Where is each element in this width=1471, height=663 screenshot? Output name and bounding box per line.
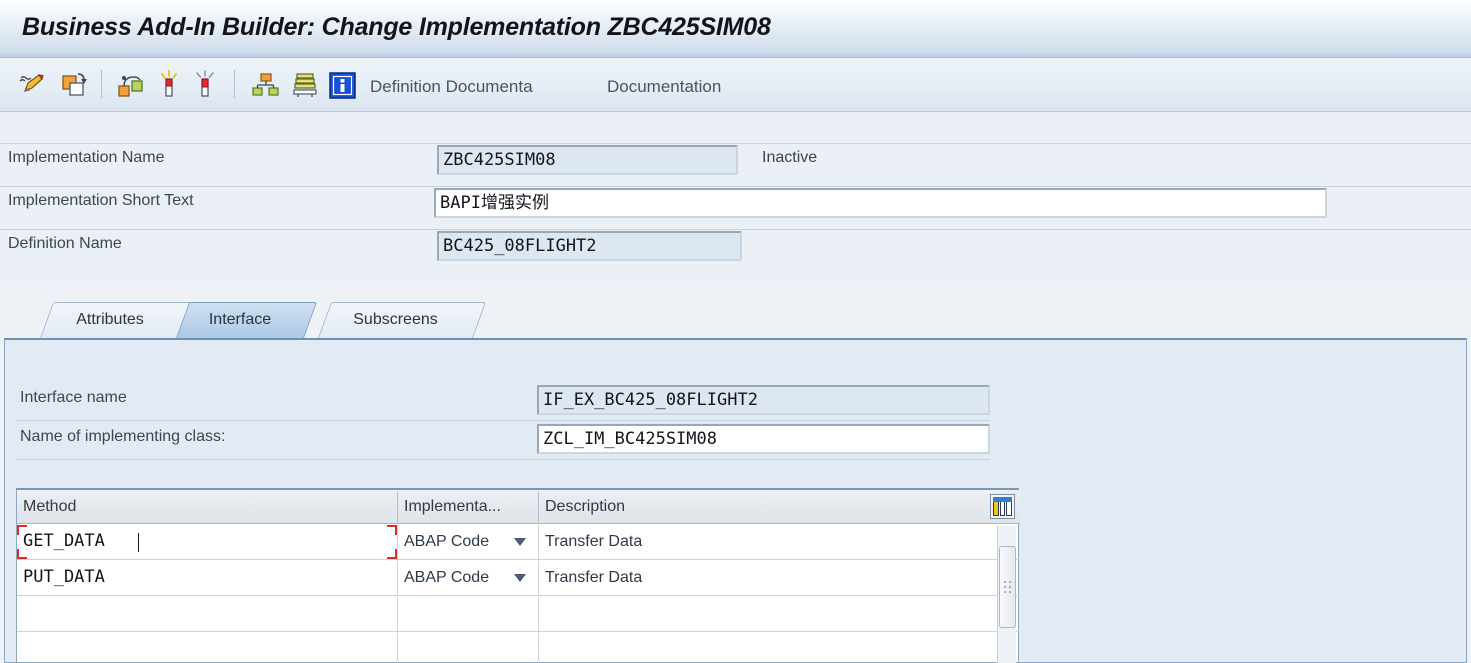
cell-separator-2 xyxy=(538,633,539,663)
column-header-implementation[interactable]: Implementa... xyxy=(398,490,538,523)
form-divider-1 xyxy=(0,143,1471,144)
window-title-bar: Business Add-In Builder: Change Implemen… xyxy=(0,0,1471,58)
tab-attributes[interactable]: Attributes xyxy=(40,302,194,338)
cell-separator xyxy=(397,633,398,663)
table-row[interactable]: PUT_DATA ABAP Code Transfer Data xyxy=(17,561,1020,596)
form-divider-2 xyxy=(0,186,1471,187)
selection-corner-tl xyxy=(17,525,27,535)
tab-interface-label: Interface xyxy=(208,311,272,328)
definition-documentation-button[interactable]: Definition Documenta xyxy=(370,77,533,99)
table-vertical-scrollbar[interactable] xyxy=(997,526,1016,663)
interface-link-icon[interactable] xyxy=(114,67,148,103)
selection-corner-bl xyxy=(17,549,27,559)
tab-attributes-label: Attributes xyxy=(76,311,144,328)
scrollbar-thumb[interactable] xyxy=(999,546,1016,628)
cell-method-2[interactable] xyxy=(17,597,397,631)
sap-gui-window: Business Add-In Builder: Change Implemen… xyxy=(0,0,1471,663)
definition-name-field[interactable]: BC425_08FLIGHT2 xyxy=(437,231,742,261)
table-settings-icon[interactable] xyxy=(990,494,1015,519)
hierarchy-icon[interactable] xyxy=(249,67,283,103)
deactivate-icon[interactable] xyxy=(190,67,220,103)
cell-implementation-2[interactable] xyxy=(398,597,538,631)
chevron-down-icon[interactable] xyxy=(514,574,526,582)
form-divider-3 xyxy=(0,229,1471,230)
display-change-icon[interactable] xyxy=(14,67,48,103)
scrollbar-grip-icon xyxy=(1004,581,1013,594)
interface-divider-2 xyxy=(16,459,990,460)
status-badge: Inactive xyxy=(762,149,818,166)
tab-subscreens[interactable]: Subscreens xyxy=(318,302,487,338)
short-text-label: Implementation Short Text xyxy=(8,192,194,209)
table-row[interactable]: GET_DATA ABAP Code Transfer Data xyxy=(17,525,1020,560)
interface-divider-1 xyxy=(16,420,990,421)
interface-name-field: IF_EX_BC425_08FLIGHT2 xyxy=(537,385,990,415)
copy-implementation-icon[interactable] xyxy=(56,67,90,103)
cell-description-2[interactable] xyxy=(539,597,959,631)
selection-corner-tr xyxy=(387,525,397,535)
definition-name-label: Definition Name xyxy=(8,235,122,252)
implementation-name-field[interactable]: ZBC425SIM08 xyxy=(437,145,738,175)
implementation-name-label: Implementation Name xyxy=(8,149,165,166)
selection-corner-br xyxy=(387,549,397,559)
column-header-description[interactable]: Description xyxy=(539,490,959,523)
activate-icon[interactable] xyxy=(154,67,184,103)
tab-strip: Attributes Interface Subscreens xyxy=(0,302,1471,340)
cell-method-1[interactable]: PUT_DATA xyxy=(17,561,397,595)
tab-subscreens-label: Subscreens xyxy=(353,311,438,328)
short-text-field[interactable]: BAPI增强实例 xyxy=(434,188,1327,218)
cell-description-1[interactable]: Transfer Data xyxy=(539,561,959,595)
method-table-header: Method Implementa... Description xyxy=(17,490,1020,524)
chevron-down-icon[interactable] xyxy=(514,538,526,546)
toolbar-separator xyxy=(101,70,102,98)
information-icon[interactable] xyxy=(326,67,358,103)
implementing-class-label: Name of implementing class: xyxy=(20,428,226,445)
cell-description-0[interactable]: Transfer Data xyxy=(539,525,959,559)
table-row[interactable] xyxy=(17,597,1020,632)
implementing-class-field[interactable]: ZCL_IM_BC425SIM08 xyxy=(537,424,990,454)
column-header-method[interactable]: Method xyxy=(17,490,397,523)
cell-method-0[interactable]: GET_DATA xyxy=(17,525,397,559)
page-title: Business Add-In Builder: Change Implemen… xyxy=(22,13,771,41)
text-cursor xyxy=(138,533,139,552)
implementation-header-form: Implementation Name ZBC425SIM08 Inactive… xyxy=(0,112,1471,287)
interface-name-label: Interface name xyxy=(20,389,127,406)
object-list-icon[interactable] xyxy=(288,67,322,103)
toolbar-separator-2 xyxy=(234,70,235,98)
table-settings-cap xyxy=(993,497,1012,502)
tab-interface[interactable]: Interface xyxy=(176,302,318,338)
table-row[interactable] xyxy=(17,633,1020,663)
application-toolbar: Definition Documenta Documentation xyxy=(0,59,1471,112)
documentation-button[interactable]: Documentation xyxy=(607,77,721,99)
method-table: Method Implementa... Description GET_DAT… xyxy=(16,488,1020,663)
